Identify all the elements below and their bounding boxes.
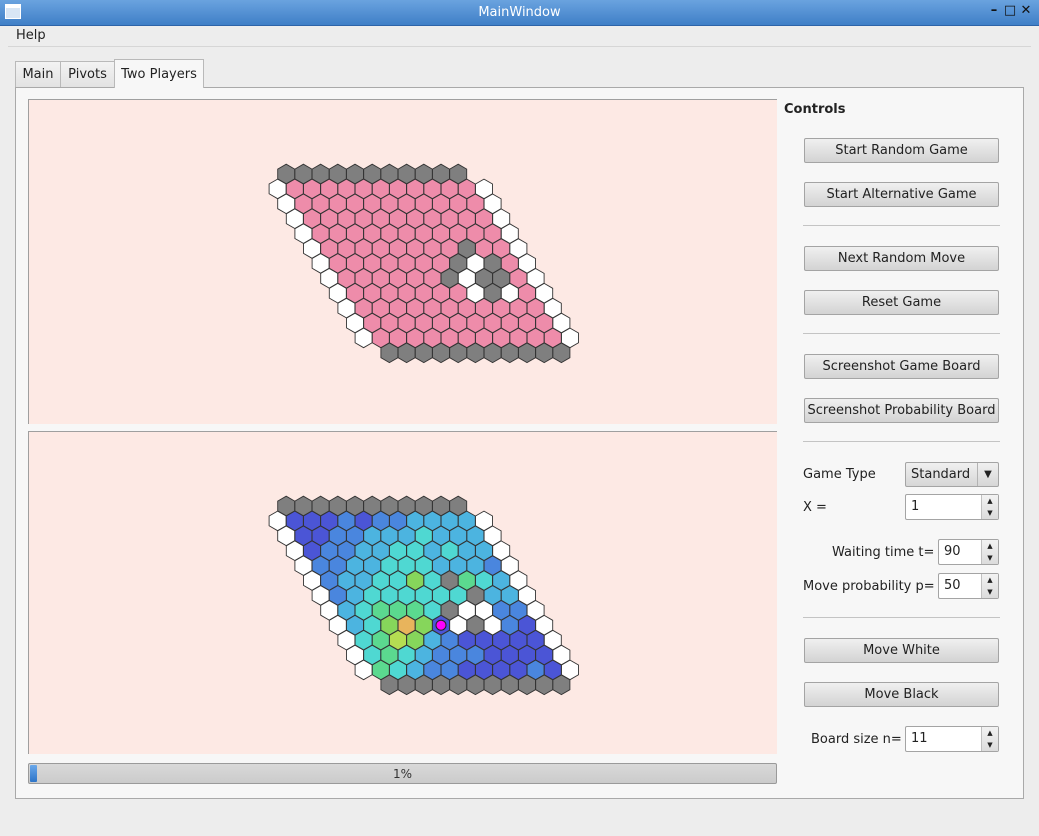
spin-down-icon[interactable]: ▼ (982, 739, 998, 751)
controls-divider (803, 333, 1000, 334)
screenshot-game-board-button[interactable]: Screenshot Game Board (804, 354, 999, 379)
spin-down-icon[interactable]: ▼ (982, 586, 998, 598)
board-edge-black-cell (466, 342, 485, 364)
spin-down-icon[interactable]: ▼ (982, 552, 998, 564)
board-edge-white-cell (354, 327, 373, 349)
board-edge-black-cell (397, 342, 416, 364)
board-edge-black-cell (552, 342, 571, 364)
spin-up-icon[interactable]: ▲ (982, 574, 998, 586)
spin-up-icon[interactable]: ▲ (982, 727, 998, 739)
board-edge-black-cell (380, 342, 399, 364)
board-edge-black-cell (449, 342, 468, 364)
controls-divider (803, 225, 1000, 226)
move-probability-value[interactable]: 50 (944, 578, 961, 593)
board-edge-black-cell (432, 674, 450, 696)
title-bar: MainWindow – □ ✕ (0, 0, 1039, 26)
spin-down-icon[interactable]: ▼ (982, 507, 998, 519)
window-title: MainWindow (478, 5, 561, 20)
start-random-game-button[interactable]: Start Random Game (804, 138, 999, 163)
board-edge-black-cell (466, 674, 485, 696)
board-edge-black-cell (500, 342, 519, 364)
probability-board-hex-grid[interactable] (29, 432, 778, 755)
waiting-time-spinbox[interactable]: 90 ▲ ▼ (938, 539, 999, 565)
tab-main[interactable]: Main (15, 61, 61, 87)
x-value[interactable]: 1 (911, 499, 919, 514)
last-move-marker-icon (435, 619, 447, 631)
probability-board[interactable] (28, 431, 777, 754)
board-edge-black-cell (518, 674, 536, 696)
start-alternative-game-button[interactable]: Start Alternative Game (804, 182, 999, 207)
spin-up-icon[interactable]: ▲ (982, 495, 998, 507)
x-label: X = (803, 500, 827, 515)
reset-game-button[interactable]: Reset Game (804, 290, 999, 315)
controls-heading: Controls (784, 102, 846, 117)
move-probability-spinbox[interactable]: 50 ▲ ▼ (938, 573, 999, 599)
screenshot-probability-board-button[interactable]: Screenshot Probability Board (804, 398, 999, 423)
progress-bar: 1% (28, 763, 777, 784)
board-edge-black-cell (483, 674, 502, 696)
game-type-select[interactable]: Standard ▼ (905, 462, 999, 487)
controls-divider (803, 441, 1000, 442)
maximize-icon[interactable]: □ (1003, 4, 1017, 18)
move-white-button[interactable]: Move White (804, 638, 999, 663)
controls-divider (803, 617, 1000, 618)
game-type-label: Game Type (803, 467, 876, 482)
move-black-button[interactable]: Move Black (804, 682, 999, 707)
board-edge-black-cell (432, 342, 450, 364)
board-size-label: Board size n= (811, 732, 902, 747)
close-icon[interactable]: ✕ (1019, 4, 1033, 18)
board-size-value[interactable]: 11 (911, 731, 928, 746)
tab-two-players[interactable]: Two Players (114, 59, 204, 88)
board-edge-black-cell (414, 342, 433, 364)
menu-bar: Help (0, 26, 1039, 46)
board-edge-black-cell (397, 674, 416, 696)
waiting-time-label: Waiting time t= (832, 545, 935, 560)
board-edge-black-cell (380, 674, 399, 696)
board-edge-white-cell (354, 659, 373, 681)
board-edge-black-cell (518, 342, 536, 364)
progress-text: 1% (392, 767, 413, 781)
x-spinbox[interactable]: 1 ▲ ▼ (905, 494, 999, 520)
menu-help[interactable]: Help (10, 28, 52, 43)
game-board[interactable] (28, 99, 777, 424)
board-edge-black-cell (500, 674, 519, 696)
waiting-time-value[interactable]: 90 (944, 544, 961, 559)
chevron-down-icon[interactable]: ▼ (977, 463, 998, 486)
spin-up-icon[interactable]: ▲ (982, 540, 998, 552)
board-edge-black-cell (535, 342, 554, 364)
board-edge-black-cell (414, 674, 433, 696)
menu-divider (8, 46, 1031, 47)
tab-pivots[interactable]: Pivots (60, 61, 115, 87)
minimize-icon[interactable]: – (987, 4, 1001, 18)
board-edge-black-cell (449, 674, 468, 696)
board-edge-black-cell (535, 674, 554, 696)
game-board-hex-grid[interactable] (29, 100, 778, 425)
board-edge-black-cell (552, 674, 571, 696)
board-size-spinbox[interactable]: 11 ▲ ▼ (905, 726, 999, 752)
board-edge-black-cell (483, 342, 502, 364)
game-type-value: Standard (911, 467, 971, 482)
move-probability-label: Move probability p= (803, 579, 935, 594)
next-random-move-button[interactable]: Next Random Move (804, 246, 999, 271)
